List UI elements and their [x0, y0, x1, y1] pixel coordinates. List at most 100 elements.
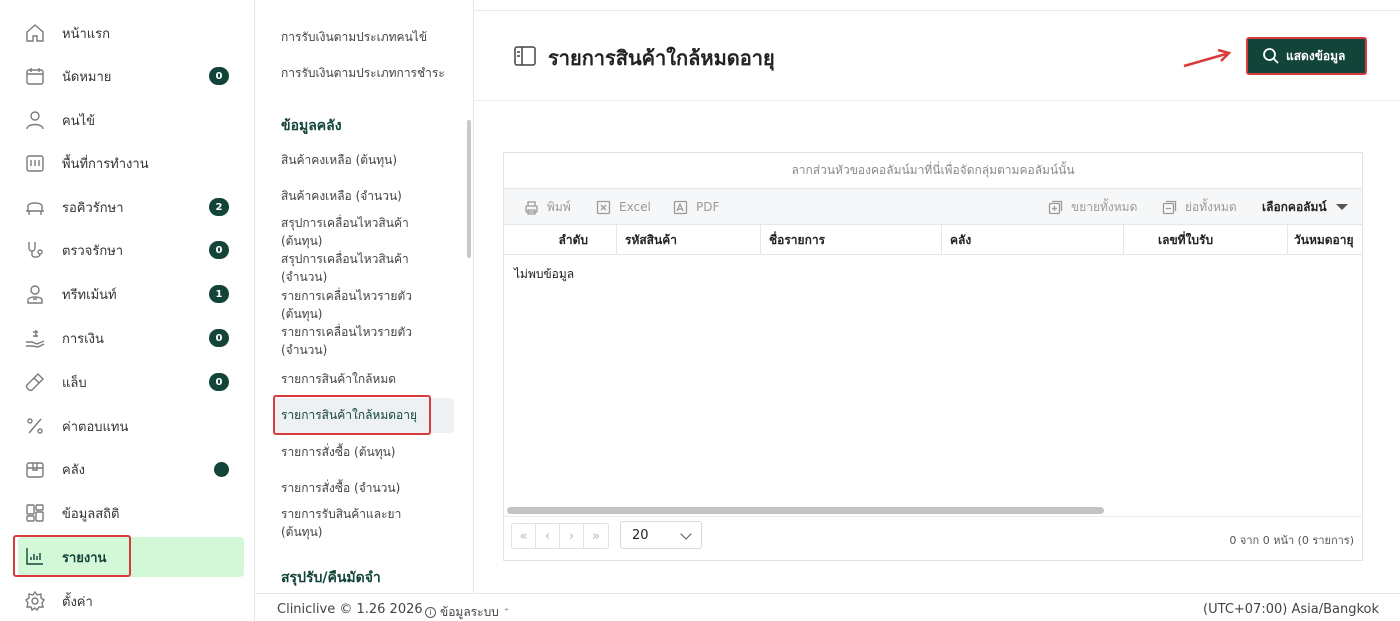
calendar-icon: [24, 65, 46, 87]
left-sidebar: หน้าแรก นัดหมาย 0 คนไข้ พื้นที่การทำงาน …: [0, 0, 255, 621]
page-size-value: 20: [632, 527, 649, 543]
column-header[interactable]: ลำดับ: [504, 225, 617, 255]
count-badge: 1: [209, 285, 229, 303]
submenu-item[interactable]: สรุปการเคลื่อนไหวสินค้า (จำนวน): [281, 250, 421, 286]
nav-label: นัดหมาย: [62, 69, 112, 85]
data-grid: ลากส่วนหัวของคอลัมน์มาที่นี่เพื่อจัดกลุ่…: [503, 152, 1363, 561]
queue-icon: [24, 196, 46, 218]
submenu-item[interactable]: การรับเงินตามประเภทการชำระ: [281, 64, 461, 82]
submenu-item[interactable]: รายการสินค้าใกล้หมด: [281, 370, 461, 388]
submenu-item[interactable]: สินค้าคงเหลือ (ต้นทุน): [281, 151, 461, 169]
column-header[interactable]: เลขที่ใบรับ: [1124, 225, 1288, 255]
choose-columns-label: เลือกคอลัมน์: [1262, 199, 1327, 214]
first-page-button[interactable]: «: [512, 524, 536, 548]
next-page-button[interactable]: ›: [560, 524, 584, 548]
nav-label: รอคิวรักษา: [62, 200, 124, 216]
nav-item-examination[interactable]: ตรวจรักษา 0: [18, 231, 244, 269]
submenu-scrollbar[interactable]: [467, 120, 471, 258]
printer-icon: [525, 200, 538, 215]
print-button[interactable]: พิมพ์: [524, 189, 571, 225]
page-info: 0 จาก 0 หน้า (0 รายการ): [1229, 534, 1354, 547]
divider: [474, 10, 1400, 11]
book-open-icon: [514, 46, 536, 66]
nav-item-lab[interactable]: แล็บ 0: [18, 363, 244, 401]
show-data-label: แสดงข้อมูล: [1286, 48, 1346, 63]
treatment-icon: [24, 283, 46, 305]
nav-item-finance[interactable]: การเงิน 0: [18, 319, 244, 357]
nav-item-statistics[interactable]: ข้อมูลสถิติ: [18, 494, 244, 532]
nav-item-home[interactable]: หน้าแรก: [18, 14, 244, 52]
column-header[interactable]: ชื่อรายการ: [761, 225, 942, 255]
status-bar: Cliniclive © 1.26 2026 i ข้อมูลระบบ ⌃ (U…: [255, 593, 1400, 621]
submenu-item[interactable]: รายการสั่งซื้อ (จำนวน): [281, 479, 461, 497]
nav-item-appointments[interactable]: นัดหมาย 0: [18, 57, 244, 95]
person-icon: [24, 109, 46, 131]
nav-item-settings[interactable]: ตั้งค่า: [18, 582, 244, 620]
workspace-icon: [24, 152, 46, 174]
nav-label: คลัง: [62, 462, 86, 478]
collapse-all-button[interactable]: ย่อทั้งหมด: [1162, 189, 1237, 225]
nav-label: รายงาน: [62, 550, 107, 566]
column-header[interactable]: คลัง: [942, 225, 1124, 255]
choose-columns-dropdown[interactable]: เลือกคอลัมน์: [1262, 189, 1348, 225]
nav-label: ตรวจรักษา: [62, 243, 124, 259]
stethoscope-icon: [24, 239, 46, 261]
submenu-item[interactable]: รายการเคลื่อนไหวรายตัว (จำนวน): [281, 323, 421, 359]
excel-icon: [596, 200, 611, 214]
nav-item-queue[interactable]: รอคิวรักษา 2: [18, 188, 244, 226]
nav-label: ค่าตอบแทน: [62, 419, 129, 435]
submenu-item[interactable]: รายการสั่งซื้อ (ต้นทุน): [281, 443, 461, 461]
submenu-item[interactable]: การรับเงินตามประเภทคนไข้: [281, 28, 461, 46]
statistics-icon: [24, 502, 46, 524]
count-badge: 0: [209, 373, 229, 391]
nav-label: ทรีทเม้นท์: [62, 287, 117, 303]
nav-item-treatment[interactable]: ทรีทเม้นท์ 1: [18, 275, 244, 313]
nav-item-reports[interactable]: รายงาน: [18, 537, 244, 577]
submenu-item[interactable]: สินค้าคงเหลือ (จำนวน): [281, 187, 461, 205]
caret-down-icon: [1335, 204, 1348, 210]
pdf-icon: [673, 200, 688, 214]
divider: [504, 516, 1362, 517]
submenu-item[interactable]: สรุปการเคลื่อนไหวสินค้า (ต้นทุน): [281, 214, 421, 250]
page-size-select[interactable]: 20: [620, 521, 702, 549]
export-pdf-button[interactable]: PDF: [673, 189, 719, 225]
count-badge: 0: [209, 329, 229, 347]
submenu-item[interactable]: รายการเคลื่อนไหวรายตัว (ต้นทุน): [281, 287, 421, 323]
nav-item-compensation[interactable]: ค่าตอบแทน: [18, 407, 244, 445]
nav-label: คนไข้: [62, 113, 96, 129]
grid-toolbar: พิมพ์ Excel PDF ขยายทั้งหมด ย่อทั้งหมด เ…: [504, 189, 1362, 225]
submenu-item-active[interactable]: รายการสินค้าใกล้หมดอายุ: [281, 406, 461, 424]
arrow-annotation-icon: [1183, 48, 1232, 68]
collapse-icon: [1162, 200, 1177, 214]
gear-icon: [24, 590, 46, 612]
excel-label: Excel: [619, 200, 651, 214]
empty-message: ไม่พบข้อมูล: [514, 267, 575, 281]
expand-all-label: ขยายทั้งหมด: [1071, 199, 1138, 214]
nav-item-patients[interactable]: คนไข้: [18, 101, 244, 139]
print-label: พิมพ์: [547, 199, 571, 214]
column-header-row: ลำดับ รหัสสินค้า ชื่อรายการ คลัง เลขที่ใ…: [504, 225, 1362, 255]
inventory-box-icon: [24, 458, 46, 480]
submenu-item[interactable]: รายการรับสินค้าและยา (ต้นทุน): [281, 505, 411, 541]
nav-label: การเงิน: [62, 331, 104, 347]
system-info-label: ข้อมูลระบบ: [440, 605, 499, 619]
app-window: หน้าแรก นัดหมาย 0 คนไข้ พื้นที่การทำงาน …: [0, 0, 1400, 621]
show-data-button[interactable]: แสดงข้อมูล: [1246, 37, 1367, 75]
nav-item-inventory[interactable]: คลัง: [18, 450, 244, 488]
group-by-panel[interactable]: ลากส่วนหัวของคอลัมน์มาที่นี่เพื่อจัดกลุ่…: [504, 153, 1362, 189]
expand-all-button[interactable]: ขยายทั้งหมด: [1048, 189, 1137, 225]
horizontal-scrollbar[interactable]: [507, 507, 1104, 514]
export-excel-button[interactable]: Excel: [596, 189, 651, 225]
column-header[interactable]: วันหมดอายุ: [1288, 225, 1362, 255]
last-page-button[interactable]: »: [584, 524, 608, 548]
system-info-link[interactable]: i ข้อมูลระบบ ⌃: [425, 603, 510, 621]
percent-icon: [24, 415, 46, 437]
prev-page-button[interactable]: ‹: [536, 524, 560, 548]
timezone-text: (UTC+07:00) Asia/Bangkok: [1203, 602, 1379, 617]
column-header[interactable]: รหัสสินค้า: [617, 225, 761, 255]
search-icon: [1263, 48, 1279, 64]
chevron-down-icon: [680, 528, 692, 540]
home-icon: [24, 22, 46, 44]
finance-icon: [24, 327, 46, 349]
nav-item-workspace[interactable]: พื้นที่การทำงาน: [18, 144, 244, 182]
